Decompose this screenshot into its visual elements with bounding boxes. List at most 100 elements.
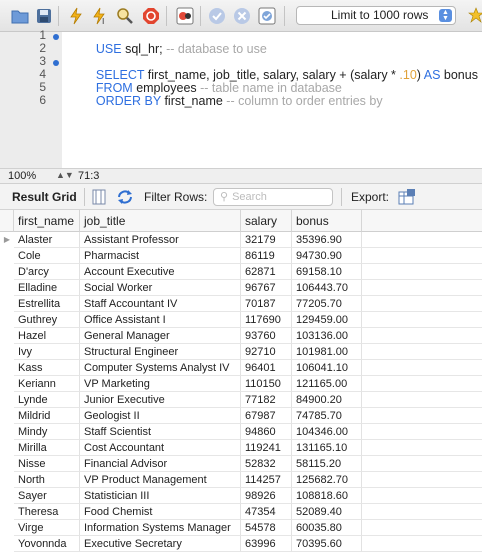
cell-bonus[interactable]: 69158.10 [292, 264, 362, 280]
toggle-error-icon[interactable] [175, 6, 195, 26]
result-grid-tab[interactable]: Result Grid [12, 190, 77, 204]
cell-salary[interactable]: 92710 [241, 344, 292, 360]
table-row[interactable]: North VP Product Management 114257 125682.7… [0, 472, 482, 488]
cell-first-name[interactable]: Mirilla [14, 440, 80, 456]
cell-first-name[interactable]: Nisse [14, 456, 80, 472]
cell-salary[interactable]: 62871 [241, 264, 292, 280]
row-selector[interactable] [0, 504, 14, 520]
column-header-first-name[interactable]: first_name [14, 210, 80, 232]
cell-first-name[interactable]: Theresa [14, 504, 80, 520]
form-editor-icon[interactable] [92, 189, 106, 208]
cell-first-name[interactable]: Lynde [14, 392, 80, 408]
cell-bonus[interactable]: 70395.60 [292, 536, 362, 552]
cell-bonus[interactable]: 77205.70 [292, 296, 362, 312]
cell-job-title[interactable]: General Manager [80, 328, 241, 344]
cell-first-name[interactable]: Yovonnda [14, 536, 80, 552]
cell-salary[interactable]: 54578 [241, 520, 292, 536]
table-row[interactable]: Elladine Social Worker 96767 106443.70 [0, 280, 482, 296]
table-row[interactable]: D'arcy Account Executive 62871 69158.10 [0, 264, 482, 280]
cell-bonus[interactable]: 35396.90 [292, 232, 362, 248]
cell-job-title[interactable]: VP Product Management [80, 472, 241, 488]
cell-first-name[interactable]: Guthrey [14, 312, 80, 328]
table-row[interactable]: Estrellita Staff Accountant IV 70187 77205.… [0, 296, 482, 312]
row-selector[interactable] [0, 456, 14, 472]
cell-salary[interactable]: 63996 [241, 536, 292, 552]
cell-bonus[interactable]: 52089.40 [292, 504, 362, 520]
row-selector[interactable] [0, 264, 14, 280]
cell-bonus[interactable]: 74785.70 [292, 408, 362, 424]
table-row[interactable]: Ivy Structural Engineer 92710 101981.00 [0, 344, 482, 360]
row-selector[interactable] [0, 360, 14, 376]
sql-editor[interactable]: 1 2 3 4 5 6 USE sql_hr; -- database to u… [0, 28, 482, 168]
cell-first-name[interactable]: North [14, 472, 80, 488]
cell-bonus[interactable]: 60035.80 [292, 520, 362, 536]
table-row[interactable]: Mildrid Geologist II 67987 74785.70 [0, 408, 482, 424]
cell-job-title[interactable]: Pharmacist [80, 248, 241, 264]
column-header-salary[interactable]: salary [241, 210, 292, 232]
cell-first-name[interactable]: Keriann [14, 376, 80, 392]
cell-bonus[interactable]: 94730.90 [292, 248, 362, 264]
row-selector[interactable] [0, 392, 14, 408]
cell-bonus[interactable]: 121165.00 [292, 376, 362, 392]
cell-job-title[interactable]: Executive Secretary [80, 536, 241, 552]
cell-salary[interactable]: 96401 [241, 360, 292, 376]
table-row[interactable]: Mirilla Cost Accountant 119241 131165.10 [0, 440, 482, 456]
row-selector[interactable] [0, 296, 14, 312]
cell-first-name[interactable]: Cole [14, 248, 80, 264]
cell-bonus[interactable]: 125682.70 [292, 472, 362, 488]
row-selector[interactable] [0, 536, 14, 552]
beautify-icon[interactable] [466, 6, 482, 26]
row-selector[interactable] [0, 376, 14, 392]
cell-job-title[interactable]: Cost Accountant [80, 440, 241, 456]
cell-salary[interactable]: 98926 [241, 488, 292, 504]
cell-bonus[interactable]: 106443.70 [292, 280, 362, 296]
cell-job-title[interactable]: Office Assistant I [80, 312, 241, 328]
execute-icon[interactable] [66, 6, 86, 26]
explain-icon[interactable] [115, 6, 135, 26]
cell-job-title[interactable]: Social Worker [80, 280, 241, 296]
cell-job-title[interactable]: Food Chemist [80, 504, 241, 520]
refresh-icon[interactable] [117, 189, 133, 208]
row-selector[interactable] [0, 312, 14, 328]
cell-first-name[interactable]: Mindy [14, 424, 80, 440]
table-row[interactable]: Virge Information Systems Manager 54578 600… [0, 520, 482, 536]
export-icon[interactable] [398, 188, 416, 209]
limit-rows-select[interactable]: Limit to 1000 rows ▲ ▼ [296, 6, 456, 25]
autocommit-icon[interactable] [257, 6, 277, 26]
row-selector[interactable] [0, 280, 14, 296]
cell-job-title[interactable]: Computer Systems Analyst IV [80, 360, 241, 376]
table-row[interactable]: ▶ Alaster Assistant Professor 32179 35396.90 [0, 232, 482, 248]
cell-job-title[interactable]: Statistician III [80, 488, 241, 504]
row-selector[interactable] [0, 472, 14, 488]
cell-first-name[interactable]: Mildrid [14, 408, 80, 424]
cell-job-title[interactable]: Geologist II [80, 408, 241, 424]
cell-salary[interactable]: 77182 [241, 392, 292, 408]
cell-first-name[interactable]: Sayer [14, 488, 80, 504]
row-selector[interactable] [0, 440, 14, 456]
cell-job-title[interactable]: Information Systems Manager [80, 520, 241, 536]
cell-bonus[interactable]: 131165.10 [292, 440, 362, 456]
cell-first-name[interactable]: Estrellita [14, 296, 80, 312]
table-row[interactable]: Kass Computer Systems Analyst IV 96401 1060… [0, 360, 482, 376]
cell-first-name[interactable]: Virge [14, 520, 80, 536]
cell-salary[interactable]: 114257 [241, 472, 292, 488]
cell-salary[interactable]: 119241 [241, 440, 292, 456]
cell-first-name[interactable]: Ivy [14, 344, 80, 360]
zoom-stepper-icon[interactable]: ▲▼ [56, 170, 74, 180]
cell-salary[interactable]: 67987 [241, 408, 292, 424]
cell-first-name[interactable]: Hazel [14, 328, 80, 344]
row-selector[interactable] [0, 328, 14, 344]
cell-bonus[interactable]: 129459.00 [292, 312, 362, 328]
cell-bonus[interactable]: 108818.60 [292, 488, 362, 504]
row-selector[interactable] [0, 424, 14, 440]
current-row-arrow-icon[interactable]: ▶ [0, 232, 14, 248]
rollback-icon[interactable] [232, 6, 252, 26]
save-icon[interactable] [34, 6, 54, 26]
table-row[interactable]: Sayer Statistician III 98926 108818.60 [0, 488, 482, 504]
cell-salary[interactable]: 110150 [241, 376, 292, 392]
cell-job-title[interactable]: Account Executive [80, 264, 241, 280]
folder-icon[interactable] [10, 6, 30, 26]
table-row[interactable]: Yovonnda Executive Secretary 63996 70395.60 [0, 536, 482, 552]
cell-bonus[interactable]: 104346.00 [292, 424, 362, 440]
cell-bonus[interactable]: 106041.10 [292, 360, 362, 376]
